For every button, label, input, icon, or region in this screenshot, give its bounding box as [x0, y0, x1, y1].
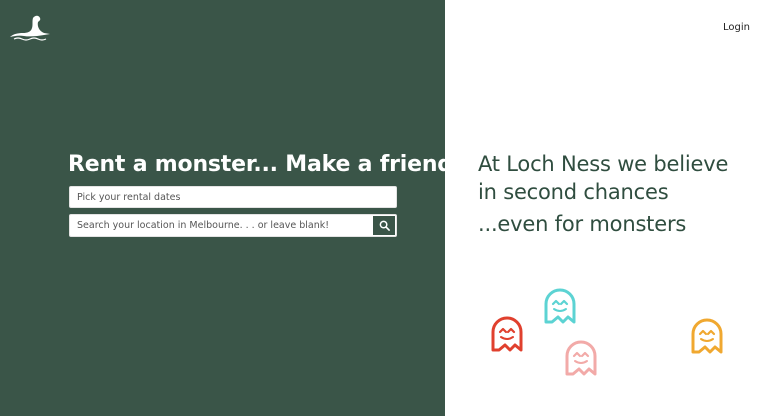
tagline-line-1: At Loch Ness we believe: [478, 152, 729, 176]
ghost-icon-red: [491, 316, 523, 352]
search-button[interactable]: [373, 216, 395, 235]
tagline-line-3: ...even for monsters: [478, 212, 687, 236]
location-search-input[interactable]: [70, 215, 372, 236]
rental-dates-input[interactable]: [69, 186, 397, 208]
login-link[interactable]: Login: [723, 22, 750, 33]
loch-ness-monster-icon[interactable]: [8, 14, 52, 42]
ghost-icon-orange: [691, 318, 723, 354]
search-icon: [379, 220, 390, 231]
location-search-bar: [69, 214, 397, 237]
ghost-icon-pink: [565, 340, 597, 376]
tagline-line-2: in second chances: [478, 180, 669, 204]
hero-panel: Rent a monster... Make a friend: [0, 0, 453, 416]
ghost-icon-cyan: [544, 288, 576, 324]
hero-headline: Rent a monster... Make a friend: [68, 152, 453, 177]
